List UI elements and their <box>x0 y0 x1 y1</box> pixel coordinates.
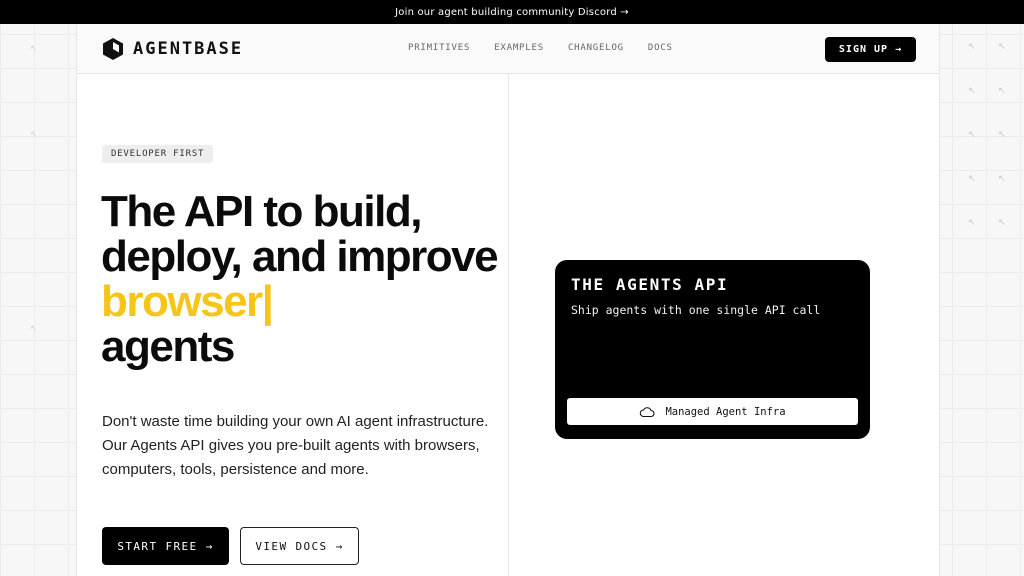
nav-links: PRIMITIVES EXAMPLES CHANGELOG DOCS <box>408 43 673 53</box>
announcement-link[interactable]: Join our agent building community Discor… <box>395 7 629 18</box>
main-container: AGENTBASE PRIMITIVES EXAMPLES CHANGELOG … <box>76 24 940 576</box>
announcement-bar[interactable]: Join our agent building community Discor… <box>0 0 1024 24</box>
grid-arrow-icon: ↖ <box>998 42 1006 52</box>
nav-link-primitives[interactable]: PRIMITIVES <box>408 43 470 53</box>
grid-arrow-icon: ↖ <box>30 44 38 54</box>
hero-headline: The API to build, deploy, and improve br… <box>101 189 521 369</box>
managed-infra-pill[interactable]: Managed Agent Infra <box>567 398 858 425</box>
cube-logo-icon <box>103 38 123 60</box>
card-subtitle: Ship agents with one single API call <box>571 303 821 317</box>
grid-arrow-icon: ↖ <box>998 130 1006 140</box>
grid-decoration-left: ↖ ↖ ↖ <box>0 24 76 576</box>
hero-description: Don't waste time building your own AI ag… <box>102 413 489 478</box>
headline-line: agents <box>101 322 235 371</box>
brand-name: AGENTBASE <box>133 39 244 59</box>
grid-arrow-icon: ↖ <box>30 324 38 334</box>
grid-arrow-icon: ↖ <box>998 174 1006 184</box>
card-title: THE AGENTS API <box>571 275 729 294</box>
view-docs-button[interactable]: VIEW DOCS → <box>240 527 359 565</box>
developer-first-badge: DEVELOPER FIRST <box>102 145 214 163</box>
headline-highlight: browser| <box>101 277 274 326</box>
grid-arrow-icon: ↖ <box>968 218 976 228</box>
grid-arrow-icon: ↖ <box>968 42 976 52</box>
grid-decoration-right: ↖ ↖ ↖ ↖ ↖ ↖ ↖ ↖ ↖ ↖ <box>940 24 1024 576</box>
card-footer-label: Managed Agent Infra <box>665 405 786 418</box>
top-nav: AGENTBASE PRIMITIVES EXAMPLES CHANGELOG … <box>77 24 939 74</box>
nav-link-docs[interactable]: DOCS <box>648 43 673 53</box>
brand-logo[interactable]: AGENTBASE <box>102 37 243 61</box>
headline-line: The API to build, <box>101 187 422 236</box>
grid-arrow-icon: ↖ <box>998 218 1006 228</box>
grid-arrow-icon: ↖ <box>968 174 976 184</box>
grid-arrow-icon: ↖ <box>30 130 38 140</box>
grid-arrow-icon: ↖ <box>998 86 1006 96</box>
nav-link-changelog[interactable]: CHANGELOG <box>568 43 624 53</box>
sign-up-button[interactable]: SIGN UP → <box>825 37 916 62</box>
agents-api-card: THE AGENTS API Ship agents with one sing… <box>555 260 870 439</box>
grid-arrow-icon: ↖ <box>968 86 976 96</box>
nav-link-examples[interactable]: EXAMPLES <box>494 43 544 53</box>
start-free-button[interactable]: START FREE → <box>102 527 229 565</box>
cloud-icon <box>640 406 655 417</box>
headline-line: deploy, and improve <box>101 232 499 281</box>
grid-arrow-icon: ↖ <box>968 130 976 140</box>
